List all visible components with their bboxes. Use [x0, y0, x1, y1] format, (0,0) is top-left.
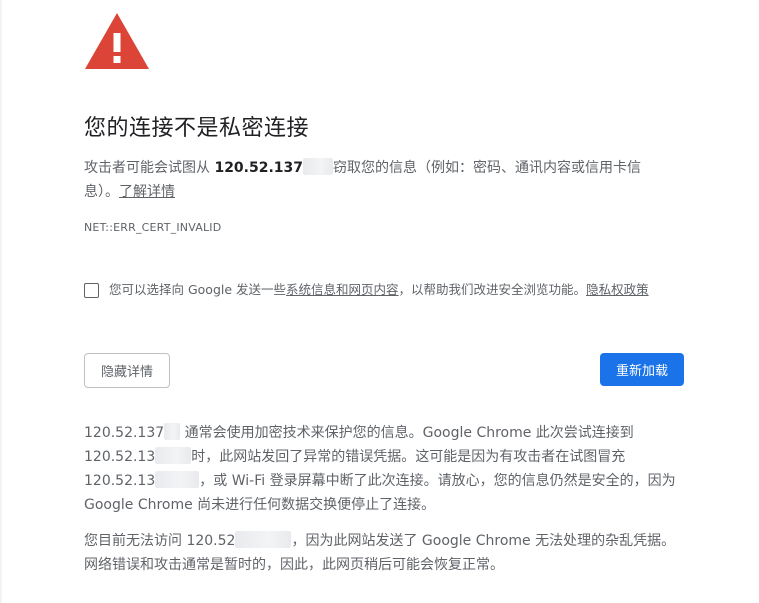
- details-p2-prefix: 您目前无法访问: [84, 533, 187, 549]
- safe-browsing-optin: 您可以选择向 Google 发送一些系统信息和网页内容，以帮助我们改进安全浏览功…: [84, 281, 684, 299]
- optin-prefix: 您可以选择向 Google 发送一些: [109, 282, 287, 297]
- details-host-2: 120.52.13: [84, 449, 156, 465]
- redacted-host-part: [155, 471, 200, 488]
- hide-details-button[interactable]: 隐藏详情: [84, 353, 170, 388]
- hostname: 120.52.137: [214, 160, 304, 176]
- main-message: 攻击者可能会试图从 120.52.137 窃取您的信息（例如：密码、通讯内容或信用…: [84, 156, 674, 204]
- optin-middle: ，以帮助我们改进安全浏览功能。: [398, 282, 587, 297]
- details-paragraph-2: 您目前无法访问 120.52 ，因为此网站发送了 Google Chrome 无法…: [84, 529, 684, 577]
- privacy-policy-link[interactable]: 隐私权政策: [586, 282, 649, 297]
- warning-icon: [85, 13, 149, 69]
- redacted-host-part: [235, 531, 292, 548]
- redacted-host-part: [303, 158, 334, 175]
- system-info-link[interactable]: 系统信息和网页内容: [286, 282, 399, 297]
- details-text-1: 通常会使用加密技术来保护您的信息。Google Chrome 此次尝试连接到: [180, 425, 634, 441]
- explanation-prefix: 攻击者可能会试图从: [84, 160, 215, 176]
- details-host-1: 120.52.137: [84, 425, 165, 441]
- optin-label: 您可以选择向 Google 发送一些系统信息和网页内容，以帮助我们改进安全浏览功…: [109, 281, 649, 299]
- window-edge: [0, 0, 2, 603]
- details-paragraph-1: 120.52.137 通常会使用加密技术来保护您的信息。Google Chrom…: [84, 421, 684, 517]
- learn-more-link[interactable]: 了解详情: [119, 184, 175, 200]
- redacted-host-part: [164, 423, 181, 440]
- page-title: 您的连接不是私密连接: [84, 116, 310, 141]
- details-p2-host: 120.52: [186, 533, 236, 549]
- details-section: 120.52.137 通常会使用加密技术来保护您的信息。Google Chrom…: [84, 421, 684, 589]
- details-text-2: 时，此网站发回了异常的错误凭据。这可能是因为有攻击者在试图冒充: [191, 449, 626, 465]
- details-host-3: 120.52.13: [84, 473, 156, 489]
- optin-checkbox[interactable]: [84, 282, 99, 298]
- error-code: NET::ERR_CERT_INVALID: [84, 221, 222, 234]
- redacted-host-part: [155, 447, 192, 464]
- reload-button[interactable]: 重新加载: [600, 353, 684, 386]
